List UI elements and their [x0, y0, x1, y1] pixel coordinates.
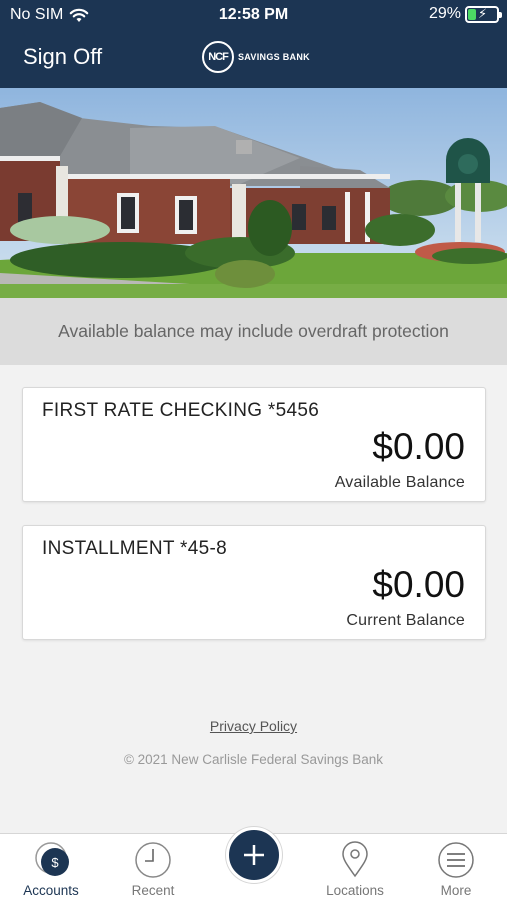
charging-bolt-icon: ⚡: [478, 5, 488, 21]
account-card-checking[interactable]: FIRST RATE CHECKING *5456 $0.00 Availabl…: [22, 387, 486, 502]
tab-label: Locations: [326, 883, 384, 898]
battery-icon: ⚡: [465, 5, 502, 23]
battery-fill: [468, 8, 476, 20]
add-button[interactable]: [226, 827, 282, 883]
clock-icon: [134, 841, 172, 879]
privacy-wrapper: Privacy Policy: [0, 718, 507, 734]
status-bar: No SIM 12:58 PM 29% ⚡: [0, 0, 507, 30]
overdraft-notice: Available balance may include overdraft …: [0, 298, 507, 365]
tab-more[interactable]: More: [405, 834, 507, 900]
tab-label: Accounts: [23, 883, 79, 898]
tab-label: Recent: [131, 883, 175, 898]
balance-label: Available Balance: [334, 474, 465, 491]
tab-label: More: [440, 883, 472, 898]
copyright-text: © 2021 New Carlisle Federal Savings Bank: [123, 752, 384, 767]
battery-group: 29% ⚡: [428, 5, 502, 23]
header: No SIM 12:58 PM 29% ⚡ Sign Off NCF SAVIN…: [0, 0, 507, 88]
tab-locations[interactable]: Locations: [304, 834, 406, 900]
sign-off-button[interactable]: Sign Off: [23, 44, 102, 70]
accounts-dollar-icon: $: [32, 841, 70, 879]
account-name: INSTALLMENT *45-8: [42, 538, 227, 559]
account-name: FIRST RATE CHECKING *5456: [42, 400, 320, 421]
tab-recent[interactable]: Recent: [102, 834, 204, 900]
account-balance: $0.00: [372, 426, 465, 467]
nav-bar: Sign Off NCF SAVINGS BANK: [0, 32, 507, 88]
account-card-installment[interactable]: INSTALLMENT *45-8 $0.00 Current Balance: [22, 525, 486, 640]
bank-logo: NCF SAVINGS BANK: [202, 41, 310, 73]
map-pin-icon: [336, 841, 374, 879]
battery-percent: 29%: [428, 5, 461, 22]
account-balance: $0.00: [372, 564, 465, 605]
privacy-policy-link[interactable]: Privacy Policy: [210, 718, 297, 734]
balance-label: Current Balance: [346, 612, 465, 629]
logo-text: SAVINGS BANK: [238, 52, 310, 62]
tab-accounts[interactable]: $ Accounts: [0, 834, 102, 900]
menu-icon: [437, 841, 475, 879]
logo-mark-icon: NCF: [202, 41, 234, 73]
branch-photo: [0, 88, 507, 298]
svg-text:$: $: [51, 855, 59, 870]
plus-icon: [244, 845, 264, 865]
